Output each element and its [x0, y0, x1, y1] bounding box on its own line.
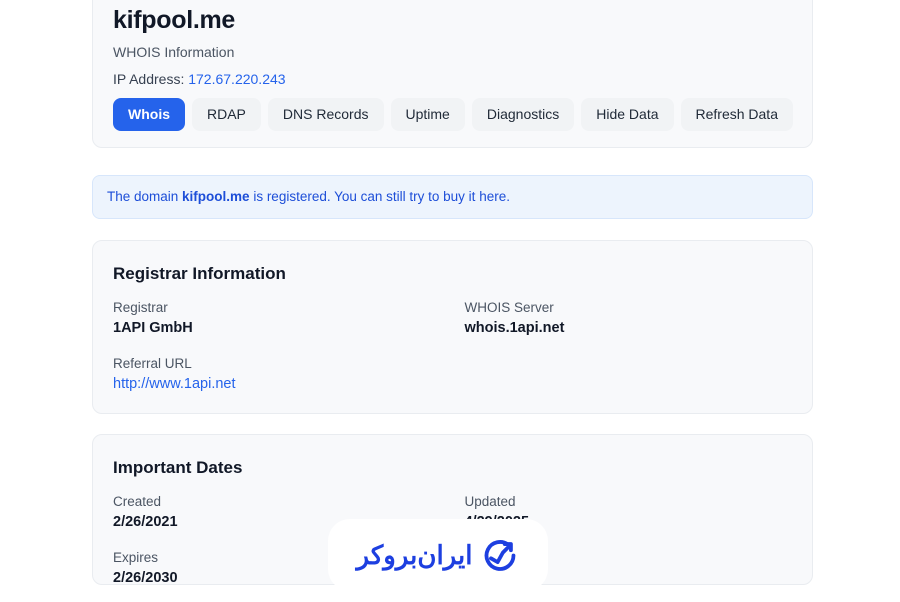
- registrar-value: 1API GmbH: [113, 319, 441, 338]
- registrar-card-title: Registrar Information: [113, 263, 792, 284]
- ip-address-row: IP Address: 172.67.220.243: [113, 71, 792, 88]
- page-title: kifpool.me: [113, 5, 792, 35]
- registrar-field-grid: Registrar 1API GmbH WHOIS Server whois.1…: [113, 299, 792, 394]
- referral-url-label: Referral URL: [113, 355, 441, 373]
- tab-rdap[interactable]: RDAP: [192, 98, 261, 131]
- whois-server-label: WHOIS Server: [465, 299, 793, 317]
- iranbroker-watermark: ایران‌بروکر: [328, 519, 548, 591]
- hide-data-button[interactable]: Hide Data: [581, 98, 673, 131]
- page-container: kifpool.me WHOIS Information IP Address:…: [92, 0, 813, 585]
- notice-text-prefix: The domain: [107, 189, 182, 204]
- referral-url-field: Referral URL http://www.1api.net: [113, 355, 441, 394]
- whois-server-value: whois.1api.net: [465, 319, 793, 338]
- tab-dns-records[interactable]: DNS Records: [268, 98, 384, 131]
- referral-url-link[interactable]: http://www.1api.net: [113, 375, 236, 394]
- iranbroker-brand-text: ایران‌بروکر: [357, 542, 473, 568]
- domain-header-card: kifpool.me WHOIS Information IP Address:…: [92, 0, 813, 148]
- trend-circle-icon: [481, 536, 519, 574]
- registrar-information-card: Registrar Information Registrar 1API Gmb…: [92, 240, 813, 414]
- refresh-data-button[interactable]: Refresh Data: [681, 98, 793, 131]
- notice-text-suffix: .: [506, 189, 510, 204]
- tab-uptime[interactable]: Uptime: [391, 98, 465, 131]
- tab-whois[interactable]: Whois: [113, 98, 185, 131]
- registrar-label: Registrar: [113, 299, 441, 317]
- ip-address-link[interactable]: 172.67.220.243: [188, 71, 285, 87]
- whois-subtitle: WHOIS Information: [113, 44, 792, 61]
- registrar-field: Registrar 1API GmbH: [113, 299, 441, 338]
- whois-server-field: WHOIS Server whois.1api.net: [465, 299, 793, 338]
- dates-card-title: Important Dates: [113, 457, 792, 478]
- created-label: Created: [113, 493, 441, 511]
- tab-diagnostics[interactable]: Diagnostics: [472, 98, 574, 131]
- ip-address-label: IP Address:: [113, 71, 184, 87]
- tool-tabs: Whois RDAP DNS Records Uptime Diagnostic…: [113, 98, 792, 131]
- updated-label: Updated: [465, 493, 793, 511]
- buy-here-link[interactable]: here: [479, 189, 506, 204]
- registered-notice-banner: The domain kifpool.me is registered. You…: [92, 175, 813, 219]
- notice-domain: kifpool.me: [182, 189, 250, 204]
- notice-text-middle: is registered. You can still try to buy …: [250, 189, 480, 204]
